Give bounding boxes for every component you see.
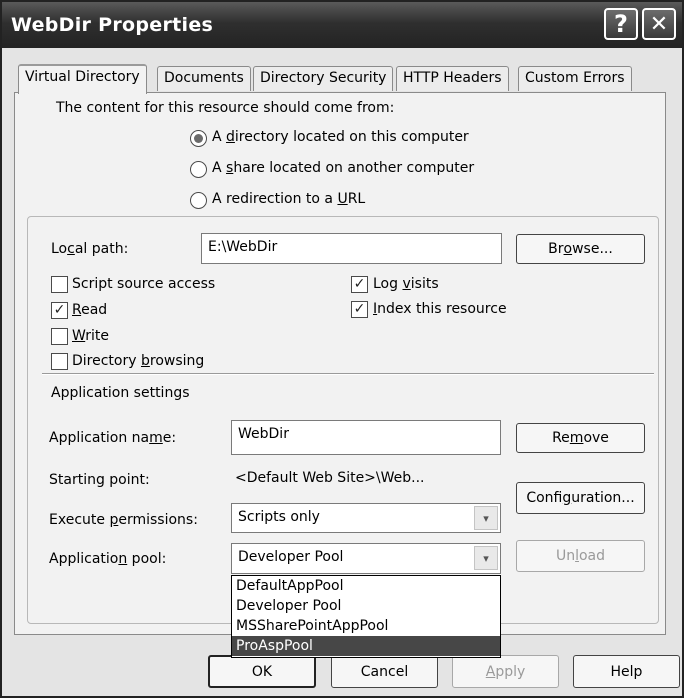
radio-url-redirection[interactable] [190, 192, 207, 209]
local-path-input[interactable]: E:\WebDir [201, 233, 502, 264]
application-pool-dropdown[interactable]: DefaultAppPool Developer Pool MSSharePoi… [231, 575, 501, 658]
radio-url-redirection-label[interactable]: A redirection to a URL [212, 191, 365, 207]
pool-option-developer-pool[interactable]: Developer Pool [232, 596, 500, 616]
script-source-access-checkbox[interactable] [51, 276, 68, 293]
apply-button[interactable]: Apply [452, 655, 559, 688]
unload-button[interactable]: Un l oad [516, 540, 645, 572]
script-source-access-label[interactable]: Script source access [72, 276, 215, 292]
read-checkbox[interactable]: ✓ [51, 302, 68, 319]
pool-option-mssharepointapppool[interactable]: MSSharePointAppPool [232, 616, 500, 636]
directory-browsing-checkbox[interactable] [51, 353, 68, 370]
local-path-label: Local path: [51, 241, 129, 257]
ok-button[interactable]: OK [208, 655, 316, 688]
help-button[interactable]: Help [573, 655, 680, 688]
execute-permissions-label: Execute permissions: [49, 512, 198, 528]
configuration-button[interactable]: Confi g uration... [516, 482, 645, 514]
write-label[interactable]: Write [72, 328, 109, 344]
execute-permissions-select[interactable]: Scripts only ▾ [231, 503, 501, 533]
radio-local-directory[interactable] [190, 130, 207, 147]
radio-local-directory-label[interactable]: A directory located on this computer [212, 129, 469, 145]
application-pool-label: Application pool: [49, 551, 167, 567]
cancel-button[interactable]: Cancel [331, 655, 438, 688]
execute-permissions-value: Scripts only [238, 509, 320, 525]
pool-option-proasppool[interactable]: ProAspPool [232, 636, 500, 656]
write-checkbox[interactable] [51, 328, 68, 345]
application-name-label: Application name: [49, 430, 177, 446]
log-visits-label[interactable]: Log visits [373, 276, 439, 292]
application-name-input[interactable]: WebDir [231, 420, 501, 455]
starting-point-label: Starting point: [49, 472, 150, 488]
source-heading: The content for this resource should com… [56, 100, 395, 116]
properties-dialog: WebDir Properties ? ✕ Virtual Directory … [0, 0, 684, 698]
pool-option-defaultapppool[interactable]: DefaultAppPool [232, 576, 500, 596]
application-settings-divider [42, 373, 654, 375]
application-pool-value: Developer Pool [238, 549, 344, 565]
radio-network-share[interactable] [190, 161, 207, 178]
radio-network-share-label[interactable]: A share located on another computer [212, 160, 474, 176]
browse-button[interactable]: Br o wse... [516, 234, 645, 264]
starting-point-value: <Default Web Site>\Web... [235, 470, 425, 486]
application-pool-select[interactable]: Developer Pool ▾ [231, 543, 501, 574]
chevron-down-icon[interactable]: ▾ [474, 546, 498, 570]
directory-browsing-label[interactable]: Directory browsing [72, 353, 204, 369]
chevron-down-icon[interactable]: ▾ [474, 506, 498, 530]
remove-button[interactable]: Re m ove [516, 423, 645, 453]
log-visits-checkbox[interactable]: ✓ [351, 276, 368, 293]
index-resource-checkbox[interactable]: ✓ [351, 301, 368, 318]
index-resource-label[interactable]: Index this resource [373, 301, 507, 317]
application-settings-heading: Application settings [51, 385, 190, 401]
read-label[interactable]: Read [72, 302, 107, 318]
